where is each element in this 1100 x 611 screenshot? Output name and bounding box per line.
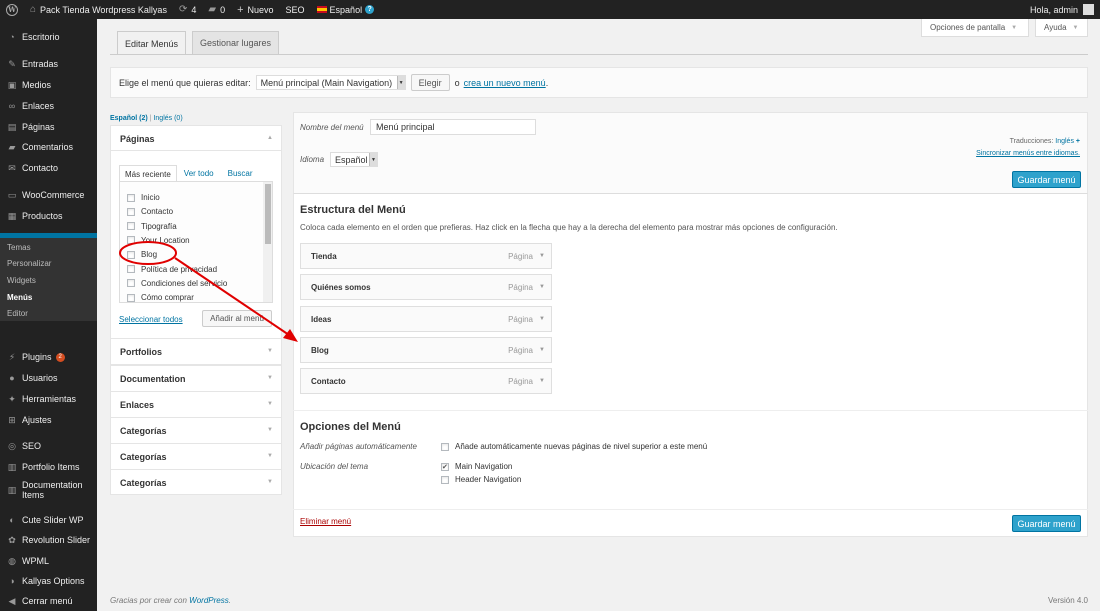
annotation-arrow-head (283, 329, 298, 342)
annotation-circle (119, 241, 177, 265)
annotation-overlay (119, 241, 298, 342)
annotation-arrow-line (174, 257, 293, 338)
